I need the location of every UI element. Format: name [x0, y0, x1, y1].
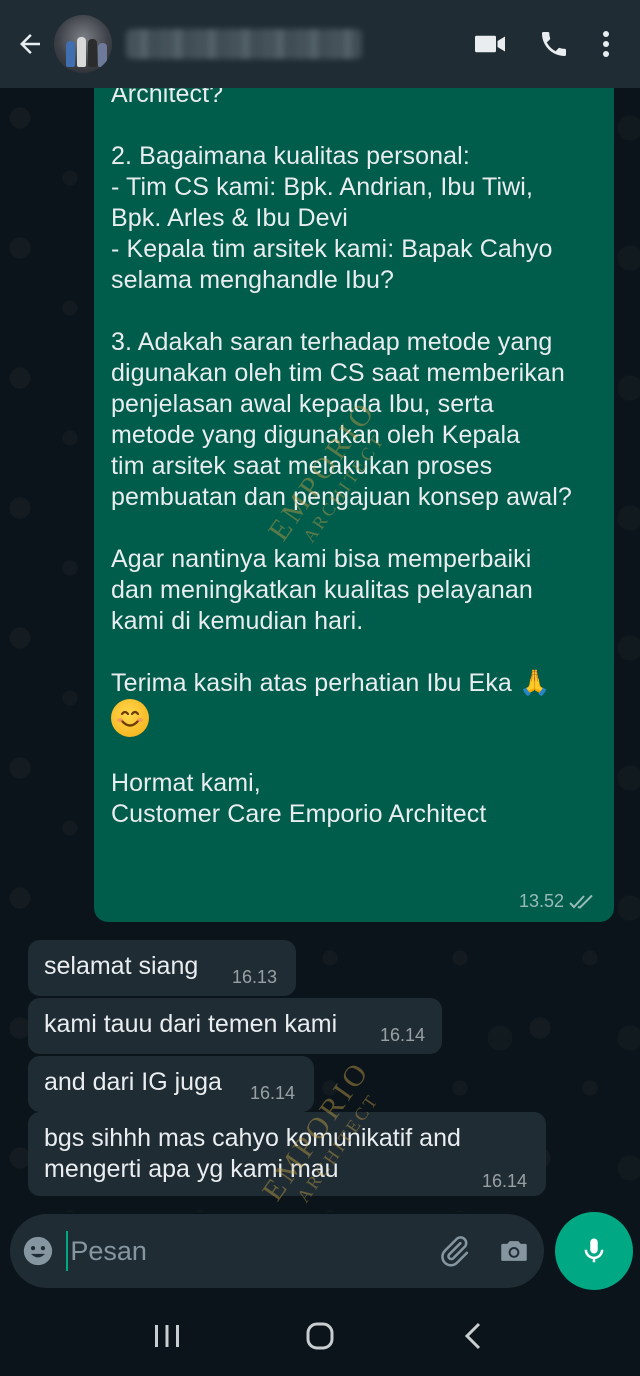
system-back-button[interactable] — [443, 1306, 503, 1366]
double-check-icon — [569, 894, 593, 909]
incoming-message-text: kami tauu dari temen kami — [44, 1010, 338, 1038]
composer-pill — [10, 1214, 544, 1288]
recent-apps-button[interactable] — [137, 1306, 197, 1366]
message-time: 16.13 — [232, 967, 278, 987]
voice-call-button[interactable] — [522, 0, 586, 88]
voice-message-button[interactable] — [555, 1212, 633, 1290]
camera-icon — [501, 1241, 527, 1261]
emoji-icon — [24, 1236, 53, 1266]
chat-header — [0, 0, 640, 88]
emoji-button[interactable] — [10, 1234, 66, 1268]
message-text-part2: Hormat kami, Customer Care Emporio Archi… — [111, 769, 487, 828]
smiling-face-emoji — [111, 699, 149, 737]
chat-area[interactable]: 1. Mengapa Ibu memilih Emporio Architect… — [0, 88, 640, 1212]
recent-apps-icon — [154, 1325, 179, 1347]
message-composer — [0, 1212, 640, 1296]
camera-button[interactable] — [484, 1234, 544, 1268]
praying-hands-emoji: 🙏 — [518, 669, 551, 697]
message-time: 16.14 — [482, 1171, 528, 1191]
message-time: 16.14 — [380, 1025, 426, 1045]
outgoing-message-meta: 13.52 — [519, 891, 598, 912]
incoming-message[interactable]: and dari IG juga 16.14 — [28, 1056, 314, 1112]
system-navigation-bar — [0, 1296, 640, 1376]
arrow-left-icon — [20, 34, 40, 54]
outgoing-message-text: 1. Mengapa Ibu memilih Emporio Architect… — [111, 88, 594, 830]
incoming-message[interactable]: bgs sihhh mas cahyo komunikatif and meng… — [28, 1112, 546, 1196]
paperclip-icon — [441, 1236, 469, 1267]
outgoing-message[interactable]: 1. Mengapa Ibu memilih Emporio Architect… — [94, 88, 614, 922]
more-vertical-icon — [603, 31, 609, 57]
message-time: 16.14 — [250, 1083, 296, 1103]
more-options-button[interactable] — [586, 0, 626, 88]
incoming-message-text: bgs sihhh mas cahyo komunikatif and meng… — [44, 1124, 461, 1183]
home-icon — [306, 1322, 334, 1350]
incoming-message[interactable]: kami tauu dari temen kami 16.14 — [28, 998, 442, 1054]
video-call-button[interactable] — [458, 0, 522, 88]
message-input[interactable] — [66, 1231, 425, 1271]
contact-name-redacted[interactable] — [126, 29, 362, 59]
microphone-icon — [584, 1238, 604, 1263]
contact-avatar[interactable] — [54, 15, 112, 73]
incoming-message-text: and dari IG juga — [44, 1068, 222, 1096]
incoming-message-text: selamat siang — [44, 952, 199, 980]
attach-button[interactable] — [424, 1234, 484, 1268]
incoming-message[interactable]: selamat siang 16.13 — [28, 940, 296, 996]
message-text-part1: 1. Mengapa Ibu memilih Emporio Architect… — [111, 88, 572, 697]
message-time: 13.52 — [518, 891, 564, 911]
video-call-icon — [475, 35, 505, 53]
back-chevron-icon — [465, 1322, 481, 1350]
home-button[interactable] — [290, 1306, 350, 1366]
phone-icon — [542, 32, 566, 56]
back-button[interactable] — [6, 0, 54, 88]
